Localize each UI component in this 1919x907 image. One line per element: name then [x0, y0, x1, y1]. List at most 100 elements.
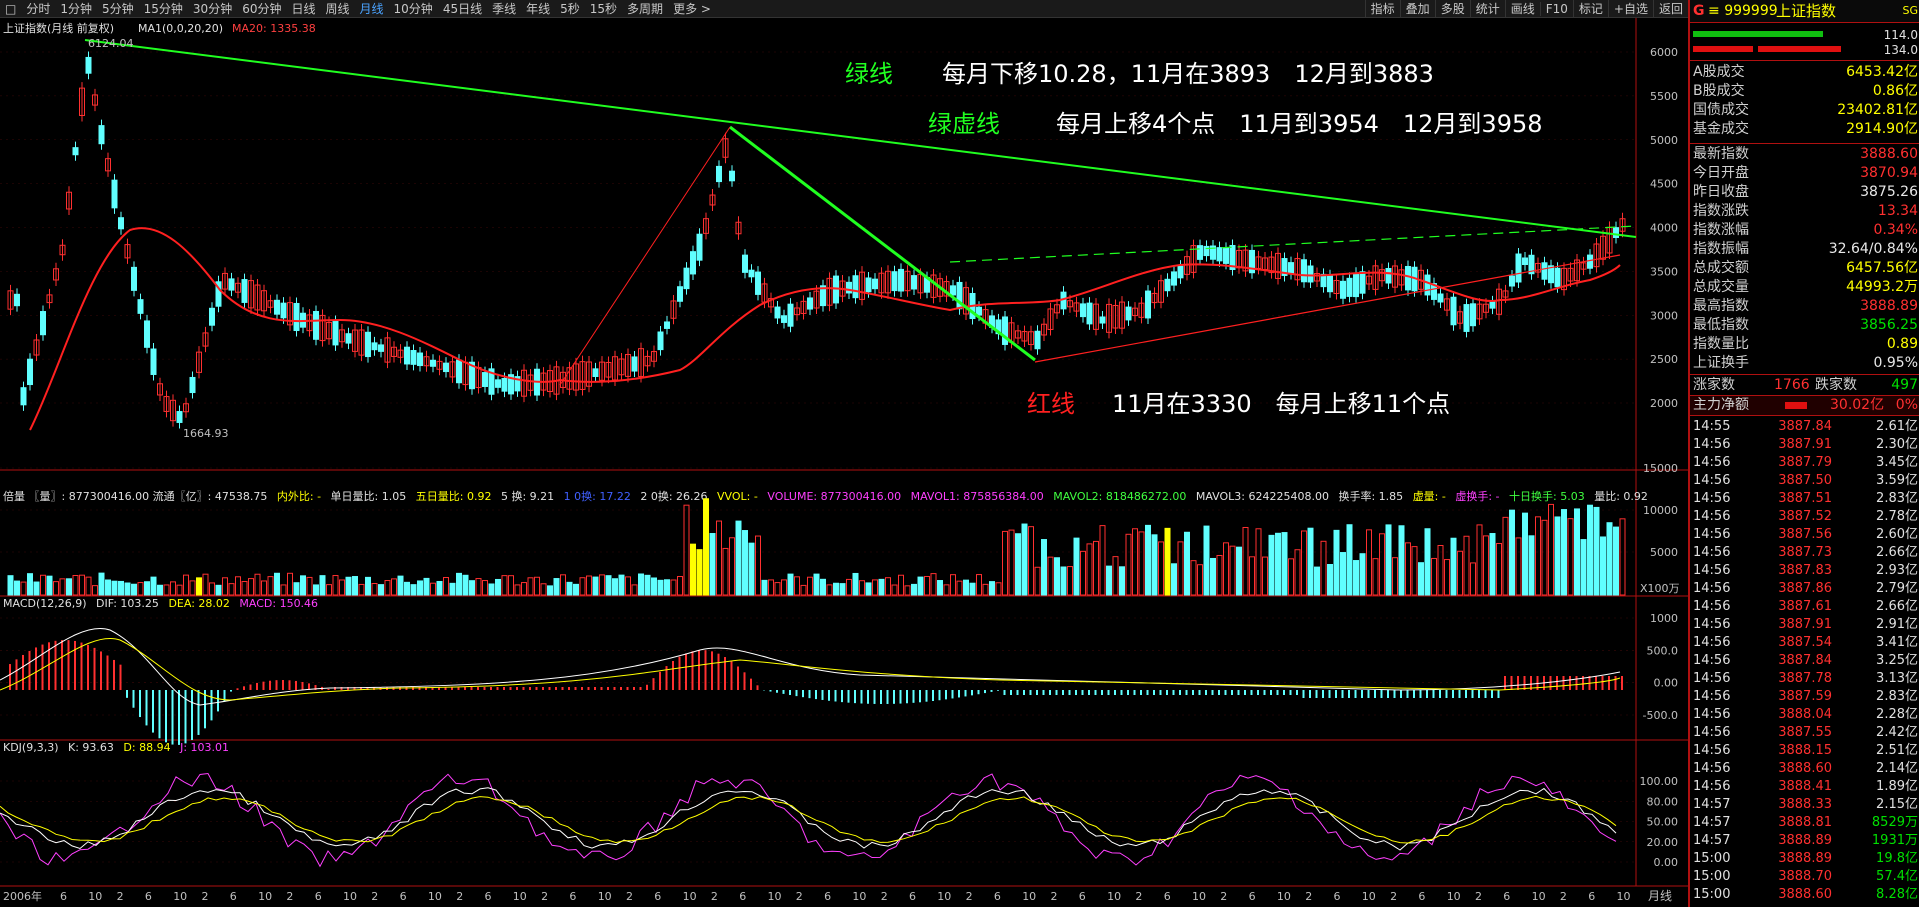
volume-bar	[319, 575, 326, 596]
period-tab-16[interactable]: 更多 >	[668, 0, 716, 17]
volume-bar	[683, 504, 690, 596]
tick-volume: 2.83亿	[1876, 689, 1918, 704]
net-flow-row: 主力净额 30.02亿 0%	[1690, 396, 1919, 415]
x-tick-label: 2	[286, 890, 293, 903]
volume-bar	[716, 520, 722, 596]
period-tab-5[interactable]: 60分钟	[237, 0, 286, 17]
toolbar-btn-5[interactable]: F10	[1539, 1, 1573, 16]
candle-body	[417, 352, 423, 367]
tick-row: 14:56 3887.50 3.59亿	[1690, 472, 1919, 490]
period-tab-1[interactable]: 1分钟	[55, 0, 97, 17]
volume-bar	[1372, 558, 1379, 596]
volume-bar	[1502, 516, 1509, 596]
period-tab-11[interactable]: 季线	[487, 0, 521, 17]
toolbar-btn-7[interactable]: +自选	[1607, 0, 1653, 17]
tick-time: 14:56	[1693, 671, 1731, 686]
tick-price: 3887.91	[1778, 437, 1832, 452]
tick-price: 3887.84	[1778, 653, 1832, 668]
candle-body	[1385, 268, 1392, 284]
volume-bar	[33, 581, 40, 596]
toolbar-btn-3[interactable]: 统计	[1469, 0, 1505, 17]
volume-bar	[774, 582, 781, 596]
quote-row-value: 32.64/0.84%	[1828, 241, 1918, 257]
toolbar-menu-icon[interactable]: □	[0, 2, 21, 16]
candle-body	[501, 377, 508, 392]
volume-bar	[1301, 530, 1307, 596]
period-tab-4[interactable]: 30分钟	[188, 0, 237, 17]
quote-row: 最低指数 3856.25	[1690, 316, 1919, 335]
tick-price: 3887.61	[1778, 599, 1832, 614]
volume-bar	[1385, 524, 1392, 596]
volume-bar	[1171, 563, 1177, 596]
period-tab-3[interactable]: 15分钟	[139, 0, 188, 17]
period-tab-13[interactable]: 5秒	[555, 0, 585, 17]
toolbar-btn-1[interactable]: 叠加	[1399, 0, 1435, 17]
toolbar-btn-4[interactable]: 画线	[1504, 0, 1540, 17]
candle-body	[976, 306, 982, 316]
tick-time: 14:56	[1693, 473, 1731, 488]
tick-row: 14:56 3887.59 2.83亿	[1690, 688, 1919, 706]
axis-tick-label: 20.00	[1647, 836, 1679, 849]
tick-row: 14:55 3887.84 2.61亿	[1690, 418, 1919, 436]
period-tab-14[interactable]: 15秒	[585, 0, 622, 17]
candle-body	[1587, 254, 1593, 269]
tick-price: 3887.50	[1778, 473, 1832, 488]
toolbar-btn-2[interactable]: 多股	[1434, 0, 1470, 17]
candle-body	[1489, 301, 1496, 309]
tick-volume: 19.8亿	[1876, 851, 1918, 866]
quote-row: 总成交量 44993.2万	[1690, 278, 1919, 297]
x-tick-label: 6	[145, 890, 152, 903]
volume-bar	[150, 576, 157, 596]
volume-bar	[27, 573, 33, 596]
toolbar-btn-6[interactable]: 标记	[1572, 0, 1608, 17]
period-tab-7[interactable]: 周线	[321, 0, 355, 17]
tick-time: 14:55	[1693, 419, 1731, 434]
volume-bar	[527, 577, 534, 596]
period-tab-15[interactable]: 多周期	[622, 0, 668, 17]
x-tick-label: 10	[1192, 890, 1206, 903]
period-tab-12[interactable]: 年线	[521, 0, 555, 17]
quote-row: 指数量比 0.89	[1690, 335, 1919, 354]
volume-bar	[547, 585, 553, 596]
period-tab-2[interactable]: 5分钟	[97, 0, 139, 17]
candle-body	[365, 331, 371, 358]
kline-chart-area[interactable]: 上证指数(月线 前复权) MA1(0,0,20,20) MA20: 1335.3…	[0, 18, 1688, 907]
volume-bar	[1392, 557, 1398, 596]
tick-price: 3887.73	[1778, 545, 1832, 560]
quote-row-value: 44993.2万	[1846, 279, 1918, 295]
volume-bar	[638, 573, 644, 596]
quote-row-label: 总成交额	[1693, 260, 1749, 276]
period-tab-9[interactable]: 10分钟	[389, 0, 438, 17]
period-tab-0[interactable]: 分时	[21, 0, 55, 17]
axis-tick-label: 4500	[1650, 178, 1678, 191]
candle-body	[20, 387, 27, 406]
axis-tick-label: 5000	[1650, 546, 1678, 559]
axis-tick-label: 80.00	[1647, 795, 1679, 808]
volume-bar	[1125, 533, 1132, 596]
volume-bar	[1600, 536, 1606, 596]
toolbar-btn-8[interactable]: 返回	[1652, 0, 1688, 17]
volume-bar	[1606, 522, 1613, 596]
quote-row: 最新指数 3888.60	[1690, 145, 1919, 164]
quote-header: G ≡ 999999 上证指数 SG	[1690, 0, 1919, 22]
vol-mavol3: MAVOL3: 624225408.00	[1196, 490, 1329, 503]
tick-row: 14:56 3887.91 2.91亿	[1690, 616, 1919, 634]
period-tab-10[interactable]: 45日线	[438, 0, 487, 17]
tick-price: 3887.78	[1778, 671, 1832, 686]
candle-body	[1099, 316, 1106, 324]
volume-bar	[40, 574, 46, 596]
vol-xhs: 虚换手: -	[1455, 489, 1499, 503]
main-legend-ma20: MA20: 1335.38	[232, 22, 316, 35]
volume-bar	[241, 581, 248, 596]
period-tab-8[interactable]: 月线	[355, 0, 389, 17]
volume-bar	[59, 578, 66, 596]
toolbar-btn-0[interactable]: 指标	[1364, 0, 1400, 17]
x-tick-label: 6	[1249, 890, 1256, 903]
tick-price: 3888.15	[1778, 743, 1832, 758]
volume-bar	[807, 576, 813, 596]
period-tab-6[interactable]: 日线	[286, 0, 320, 17]
x-tick-label: 10	[1532, 890, 1546, 903]
tick-time: 14:56	[1693, 653, 1731, 668]
x-tick-label: 10	[852, 890, 866, 903]
tick-price: 3888.33	[1778, 797, 1832, 812]
